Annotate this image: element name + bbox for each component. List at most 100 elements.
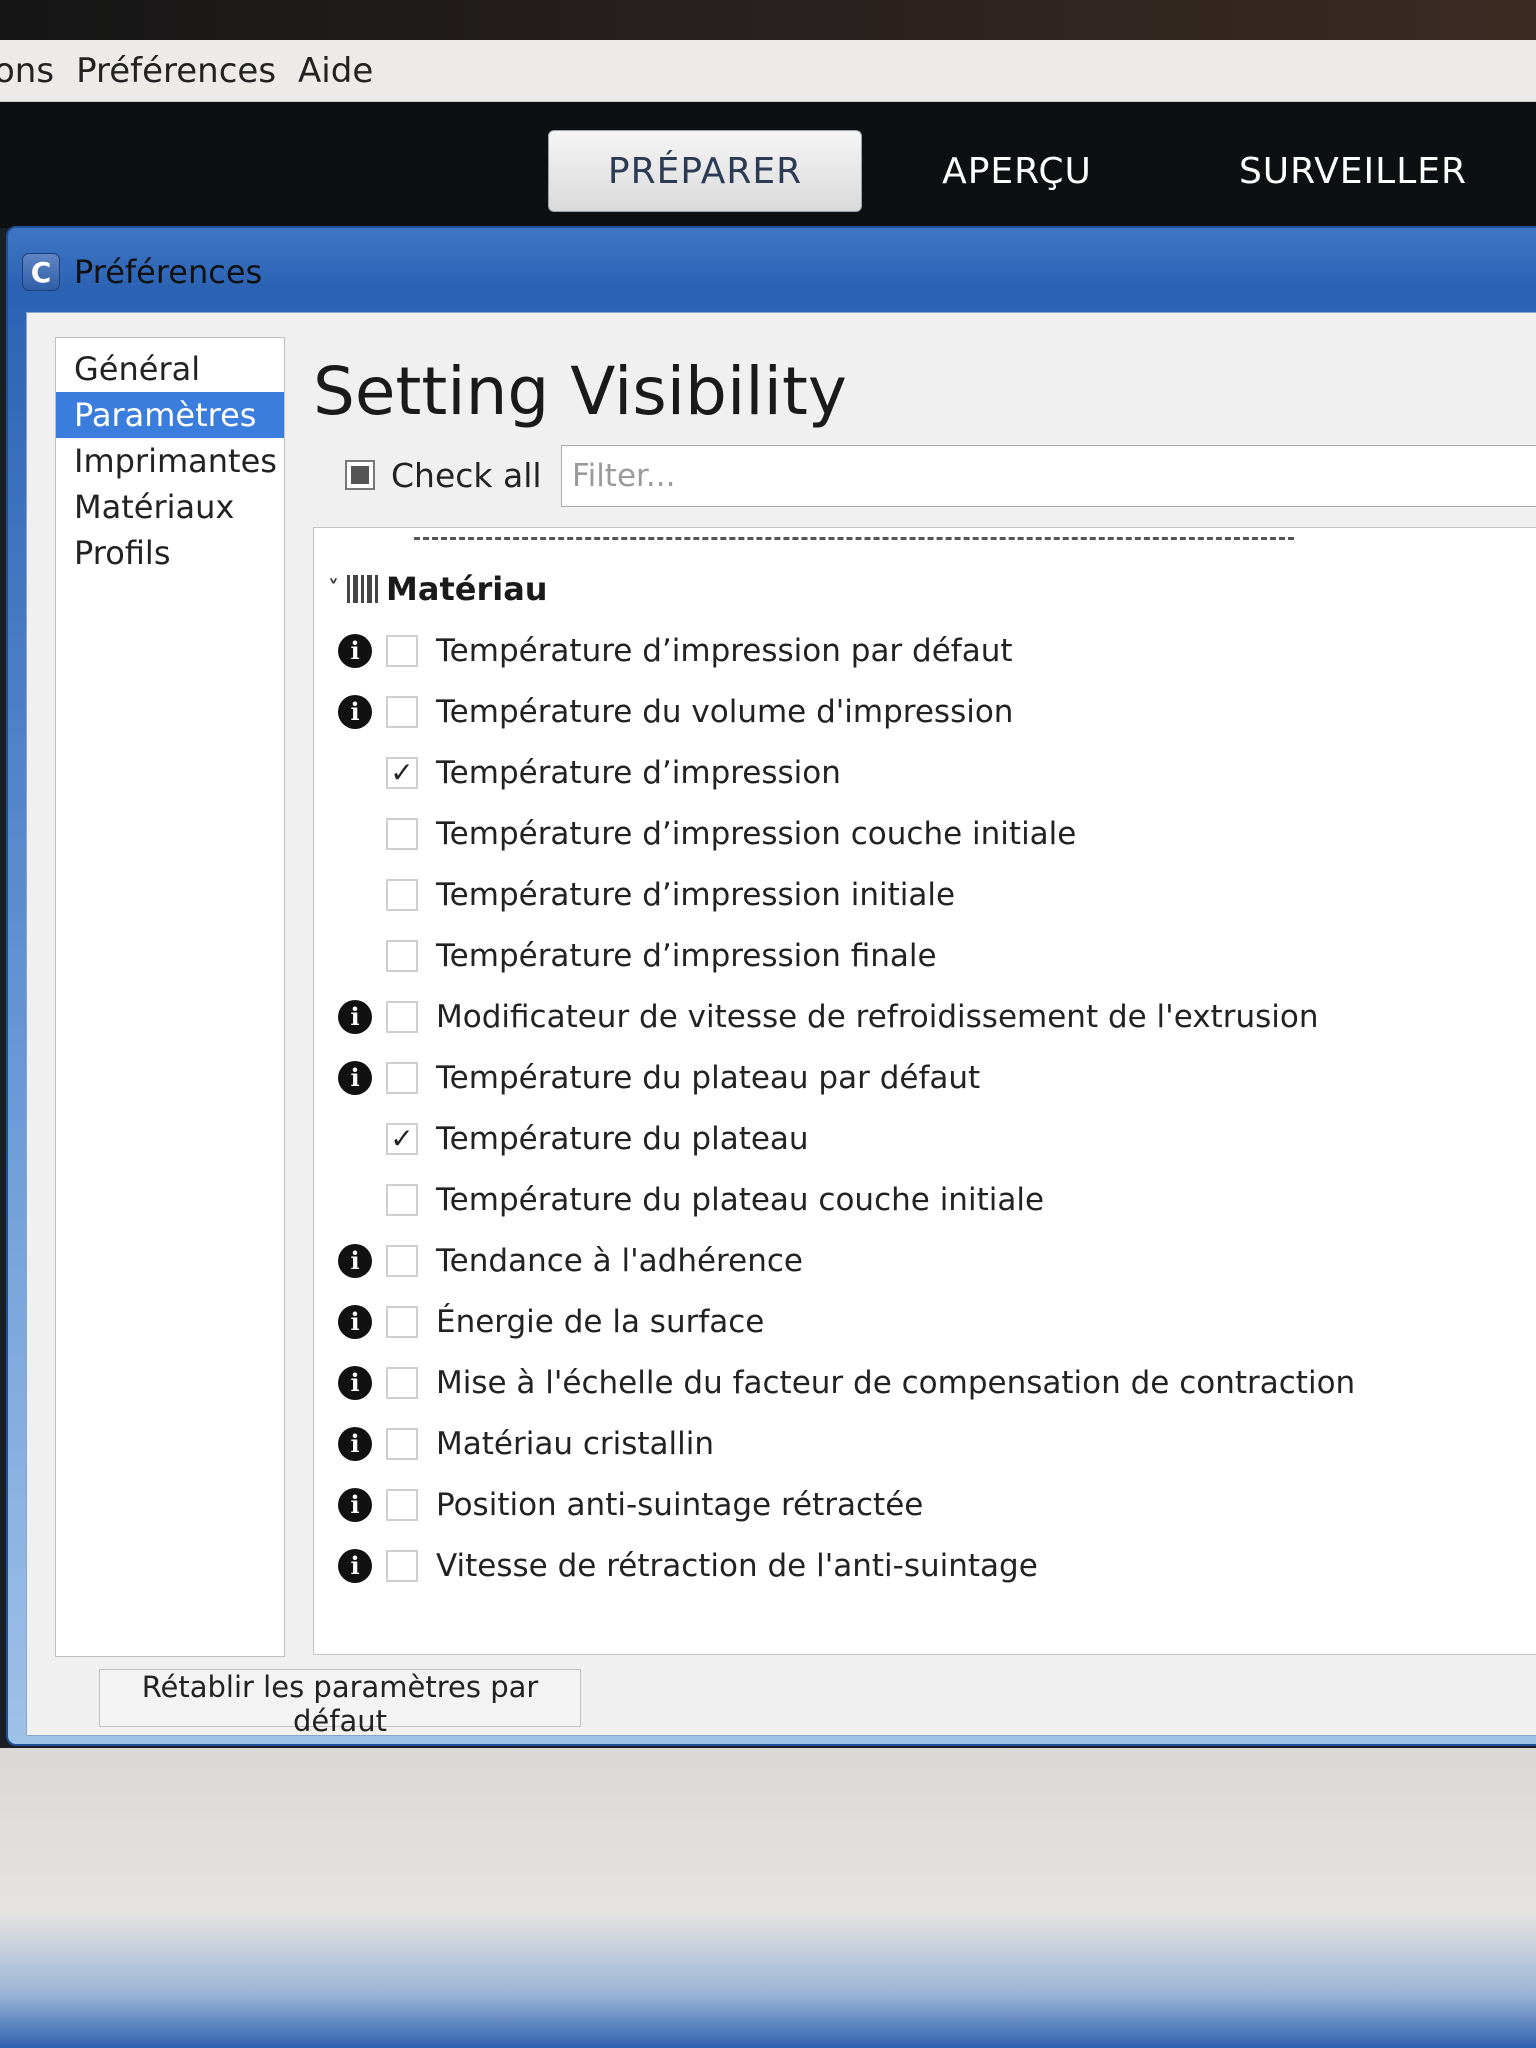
info-icon[interactable]: i (338, 633, 372, 668)
info-slot: i (314, 999, 376, 1034)
dialog-titlebar[interactable]: C Préférences (22, 242, 1536, 302)
menubar: ons Préférences Aide (0, 40, 1536, 102)
setting-row[interactable]: i Température du plateau par défaut (314, 1047, 1536, 1108)
page-title: Setting Visibility (313, 353, 847, 430)
menu-help[interactable]: Aide (298, 51, 373, 91)
setting-row[interactable]: i Température d’impression par défaut (314, 620, 1536, 681)
setting-row[interactable]: i Modificateur de vitesse de refroidissem… (314, 986, 1536, 1047)
setting-row[interactable]: Température d’impression initiale (314, 864, 1536, 925)
settings-list-panel[interactable]: ˅ Matériau i Température d’impression par… (313, 527, 1536, 1655)
setting-label: Température d’impression initiale (436, 876, 956, 913)
setting-checkbox[interactable] (386, 817, 418, 850)
setting-label: Énergie de la surface (436, 1303, 765, 1340)
info-icon[interactable]: i (338, 999, 372, 1034)
material-barcode-icon (347, 574, 378, 604)
setting-checkbox[interactable] (386, 1305, 418, 1338)
setting-label: Mise à l'échelle du facteur de compensat… (436, 1364, 1356, 1401)
preferences-nav-list: Général Paramètres Imprimantes Matériaux Pro… (55, 337, 285, 1657)
setting-checkbox[interactable] (386, 1061, 418, 1094)
info-icon[interactable]: i (338, 1548, 372, 1583)
nav-item-1[interactable]: Paramètres (56, 392, 284, 438)
info-icon[interactable]: i (338, 1426, 372, 1461)
category-header-material[interactable]: ˅ Matériau (328, 566, 548, 612)
setting-row[interactable]: i Matériau cristallin (314, 1413, 1536, 1474)
setting-row[interactable]: i Mise à l'échelle du facteur de compensa… (314, 1352, 1536, 1413)
setting-checkbox[interactable]: ✓ (386, 755, 418, 789)
filter-input[interactable] (561, 445, 1536, 507)
setting-checkbox[interactable] (386, 1000, 418, 1033)
app-logo-icon: C (22, 253, 60, 291)
setting-label: Tendance à l'adhérence (436, 1242, 803, 1279)
info-icon[interactable]: i (338, 1060, 372, 1095)
setting-row[interactable]: i Position anti-suintage rétractée (314, 1474, 1536, 1535)
setting-label: Température du plateau couche initiale (436, 1181, 1045, 1218)
nav-item-2[interactable]: Imprimantes (56, 438, 284, 484)
setting-checkbox[interactable] (386, 878, 418, 911)
check-all-checkbox[interactable] (345, 460, 375, 490)
setting-label: Température du plateau (436, 1120, 809, 1157)
tab-monitor[interactable]: SURVEILLER (1218, 130, 1488, 212)
setting-label: Température d’impression couche initiale (436, 815, 1077, 852)
setting-row[interactable]: i Vitesse de rétraction de l'anti-suintag… (314, 1535, 1536, 1596)
setting-checkbox[interactable] (386, 695, 418, 728)
setting-row[interactable]: i Énergie de la surface (314, 1291, 1536, 1352)
info-slot: i (314, 1487, 376, 1522)
tab-prepare[interactable]: PRÉPARER (548, 130, 862, 212)
setting-label: Température d’impression (436, 754, 841, 791)
info-icon[interactable]: i (338, 1304, 372, 1339)
setting-checkbox[interactable] (386, 1366, 418, 1399)
settings-rows: i Température d’impression par défaut i Tem… (314, 620, 1536, 1596)
info-slot: i (314, 694, 376, 729)
tab-preview[interactable]: APERÇU (900, 130, 1134, 212)
nav-item-4[interactable]: Profils (56, 530, 284, 576)
setting-row[interactable]: ✓ Température du plateau (314, 1108, 1536, 1169)
setting-label: Température d’impression par défaut (436, 632, 1013, 669)
setting-checkbox[interactable] (386, 634, 418, 667)
menu-options[interactable]: ons (0, 51, 54, 91)
setting-checkbox[interactable]: ✓ (386, 1121, 418, 1155)
setting-row[interactable]: Température d’impression finale (314, 925, 1536, 986)
dialog-client-area: Général Paramètres Imprimantes Matériaux Pro… (26, 312, 1536, 1738)
info-icon[interactable]: i (338, 694, 372, 729)
setting-label: Vitesse de rétraction de l'anti-suintage (436, 1547, 1038, 1584)
nav-item-3[interactable]: Matériaux (56, 484, 284, 530)
clipped-previous-row (414, 528, 1294, 540)
setting-checkbox[interactable] (386, 1549, 418, 1582)
setting-checkbox[interactable] (386, 1488, 418, 1521)
info-slot: i (314, 1426, 376, 1461)
setting-checkbox[interactable] (386, 939, 418, 972)
setting-row[interactable]: i Température du volume d'impression (314, 681, 1536, 742)
checkmark-icon: ✓ (390, 1121, 414, 1155)
dialog-title: Préférences (74, 253, 263, 291)
setting-checkbox[interactable] (386, 1427, 418, 1460)
setting-label: Température du plateau par défaut (436, 1059, 981, 1096)
info-icon[interactable]: i (338, 1487, 372, 1522)
menu-preferences[interactable]: Préférences (76, 51, 276, 91)
category-label: Matériau (386, 570, 548, 608)
setting-label: Position anti-suintage rétractée (436, 1486, 924, 1523)
setting-label: Matériau cristallin (436, 1425, 715, 1462)
info-icon[interactable]: i (338, 1243, 372, 1278)
setting-row[interactable]: ✓ Température d’impression (314, 742, 1536, 803)
checkmark-icon: ✓ (390, 755, 414, 789)
desktop-background (0, 1748, 1536, 2048)
setting-row[interactable]: i Tendance à l'adhérence (314, 1230, 1536, 1291)
setting-row[interactable]: Température d’impression couche initiale (314, 803, 1536, 864)
info-slot: i (314, 1548, 376, 1583)
info-slot: i (314, 1304, 376, 1339)
stage-bar: PRÉPARER APERÇU SURVEILLER (0, 102, 1536, 228)
setting-label: Modificateur de vitesse de refroidisseme… (436, 998, 1319, 1035)
reset-defaults-button[interactable]: Rétablir les paramètres par défaut (99, 1669, 581, 1738)
chevron-down-icon[interactable]: ˅ (328, 577, 339, 602)
screen-top-edge (0, 0, 1536, 40)
setting-label: Température du volume d'impression (436, 693, 1014, 730)
preferences-dialog: C Préférences Général Paramètres Imprimant… (6, 226, 1536, 1746)
setting-checkbox[interactable] (386, 1183, 418, 1216)
nav-item-0[interactable]: Général (56, 346, 284, 392)
setting-checkbox[interactable] (386, 1244, 418, 1277)
info-slot: i (314, 633, 376, 668)
info-slot: i (314, 1243, 376, 1278)
check-all-row[interactable]: Check all (345, 447, 542, 503)
setting-row[interactable]: Température du plateau couche initiale (314, 1169, 1536, 1230)
info-icon[interactable]: i (338, 1365, 372, 1400)
